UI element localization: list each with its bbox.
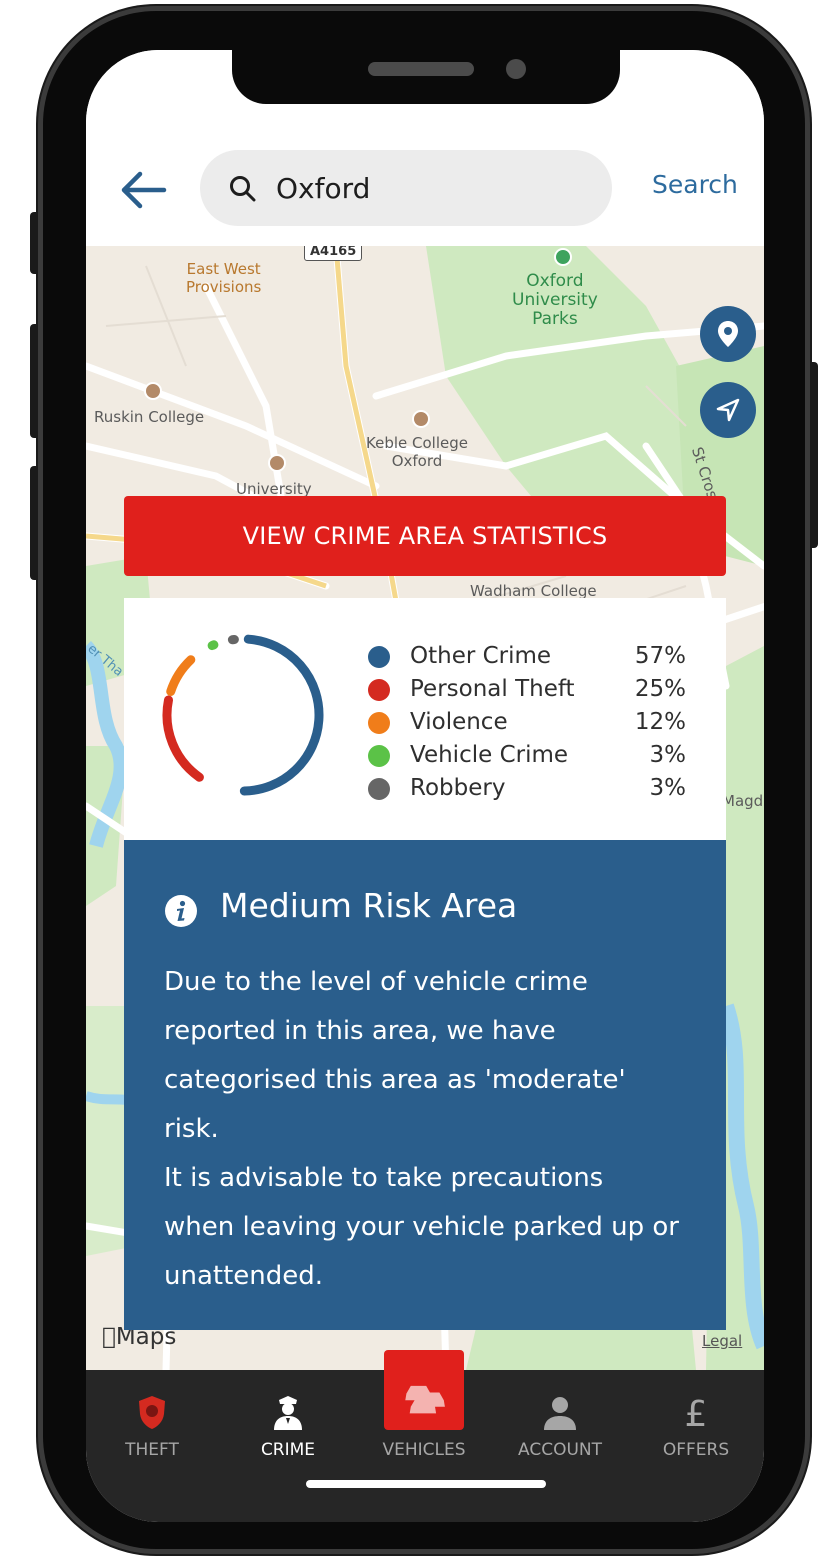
segment-violence bbox=[162, 634, 324, 796]
parks-poi-icon bbox=[554, 248, 572, 266]
speaker-grille bbox=[368, 62, 474, 76]
svg-text:£: £ bbox=[685, 1394, 708, 1432]
view-crime-statistics-button[interactable]: VIEW CRIME AREA STATISTICS bbox=[124, 496, 726, 576]
legend-dot-icon bbox=[368, 646, 390, 668]
legend-dot-icon bbox=[368, 712, 390, 734]
tab-theft[interactable]: THEFT bbox=[92, 1370, 212, 1490]
risk-info-card: Medium Risk Area Due to the level of veh… bbox=[124, 840, 726, 1330]
search-bar[interactable] bbox=[200, 150, 612, 226]
crime-legend: Other Crime 57% Personal Theft 25% Viole… bbox=[364, 642, 694, 807]
shield-badge-icon bbox=[139, 1396, 165, 1429]
legend-value: 57% bbox=[634, 643, 686, 669]
legend-name: Vehicle Crime bbox=[410, 742, 569, 768]
university-poi-icon bbox=[268, 454, 286, 472]
legend-value: 12% bbox=[634, 709, 686, 735]
tab-label: ACCOUNT bbox=[518, 1440, 602, 1460]
tab-label: THEFT bbox=[125, 1440, 179, 1460]
police-officer-icon bbox=[274, 1396, 302, 1430]
legend-row-vehicle-crime: Vehicle Crime 3% bbox=[364, 741, 694, 774]
front-camera bbox=[506, 59, 526, 79]
legend-name: Robbery bbox=[410, 775, 506, 801]
legend-name: Violence bbox=[410, 709, 508, 735]
navigation-arrow-icon bbox=[716, 398, 740, 422]
search-input[interactable] bbox=[276, 160, 596, 216]
segment-robbery bbox=[162, 634, 324, 796]
crime-stats-card: Other Crime 57% Personal Theft 25% Viole… bbox=[124, 598, 726, 840]
legal-link[interactable]: Legal bbox=[702, 1332, 742, 1350]
legend-value: 3% bbox=[649, 742, 687, 768]
map-pin-icon bbox=[718, 321, 738, 347]
info-icon bbox=[165, 895, 197, 927]
pin-location-button[interactable] bbox=[700, 306, 756, 362]
tab-offers[interactable]: £ OFFERS bbox=[636, 1370, 756, 1490]
legend-value: 25% bbox=[634, 676, 686, 702]
legend-value: 3% bbox=[649, 775, 687, 801]
home-indicator bbox=[306, 1480, 546, 1488]
crime-donut-chart bbox=[162, 634, 324, 796]
segment-personal-theft bbox=[162, 634, 324, 796]
back-button[interactable] bbox=[118, 168, 168, 212]
legend-dot-icon bbox=[368, 778, 390, 800]
map-label-parks: Oxford University Parks bbox=[512, 271, 598, 329]
tab-account[interactable]: ACCOUNT bbox=[500, 1370, 620, 1490]
tab-label: CRIME bbox=[260, 1440, 316, 1460]
risk-title: Medium Risk Area bbox=[220, 886, 518, 925]
legend-dot-icon bbox=[368, 679, 390, 701]
apple-logo-icon:  bbox=[102, 1324, 116, 1350]
tab-crime[interactable]: CRIME bbox=[228, 1370, 348, 1490]
legend-row-robbery: Robbery 3% bbox=[364, 774, 694, 807]
ruskin-poi-icon bbox=[144, 382, 162, 400]
legend-name: Other Crime bbox=[410, 643, 552, 669]
risk-description: Due to the level of vehicle crime report… bbox=[164, 967, 679, 1291]
legend-row-personal-theft: Personal Theft 25% bbox=[364, 675, 694, 708]
bottom-tab-bar: THEFT CRIME VEHICLES ACCOUNT £ OFFERS bbox=[86, 1350, 764, 1522]
notch bbox=[232, 50, 620, 104]
road-shield: A4165 bbox=[304, 246, 363, 261]
map-label-magd: Magda bbox=[722, 792, 764, 810]
segment-vehicle-crime bbox=[162, 634, 324, 796]
search-button[interactable]: Search bbox=[652, 170, 738, 199]
legend-name: Personal Theft bbox=[410, 676, 575, 702]
current-location-button[interactable] bbox=[700, 382, 756, 438]
person-icon bbox=[544, 1397, 576, 1430]
search-icon bbox=[230, 176, 256, 202]
legend-dot-icon bbox=[368, 745, 390, 767]
pound-sign-icon: £ bbox=[685, 1394, 708, 1432]
legend-row-violence: Violence 12% bbox=[364, 708, 694, 741]
keble-poi-icon bbox=[412, 410, 430, 428]
app-screen: Search bbox=[86, 50, 764, 1522]
arrow-left-icon bbox=[121, 171, 167, 209]
tab-label: OFFERS bbox=[662, 1440, 730, 1460]
map-label-east-west: East West Provisions bbox=[186, 260, 262, 296]
map-label-keble: Keble College Oxford bbox=[366, 434, 468, 470]
legend-row-other-crime: Other Crime 57% bbox=[364, 642, 694, 675]
map-label-ruskin: Ruskin College bbox=[94, 408, 205, 426]
cars-icon bbox=[405, 1385, 445, 1414]
tab-vehicles[interactable]: VEHICLES bbox=[364, 1350, 484, 1490]
tab-label: VEHICLES bbox=[382, 1440, 466, 1460]
